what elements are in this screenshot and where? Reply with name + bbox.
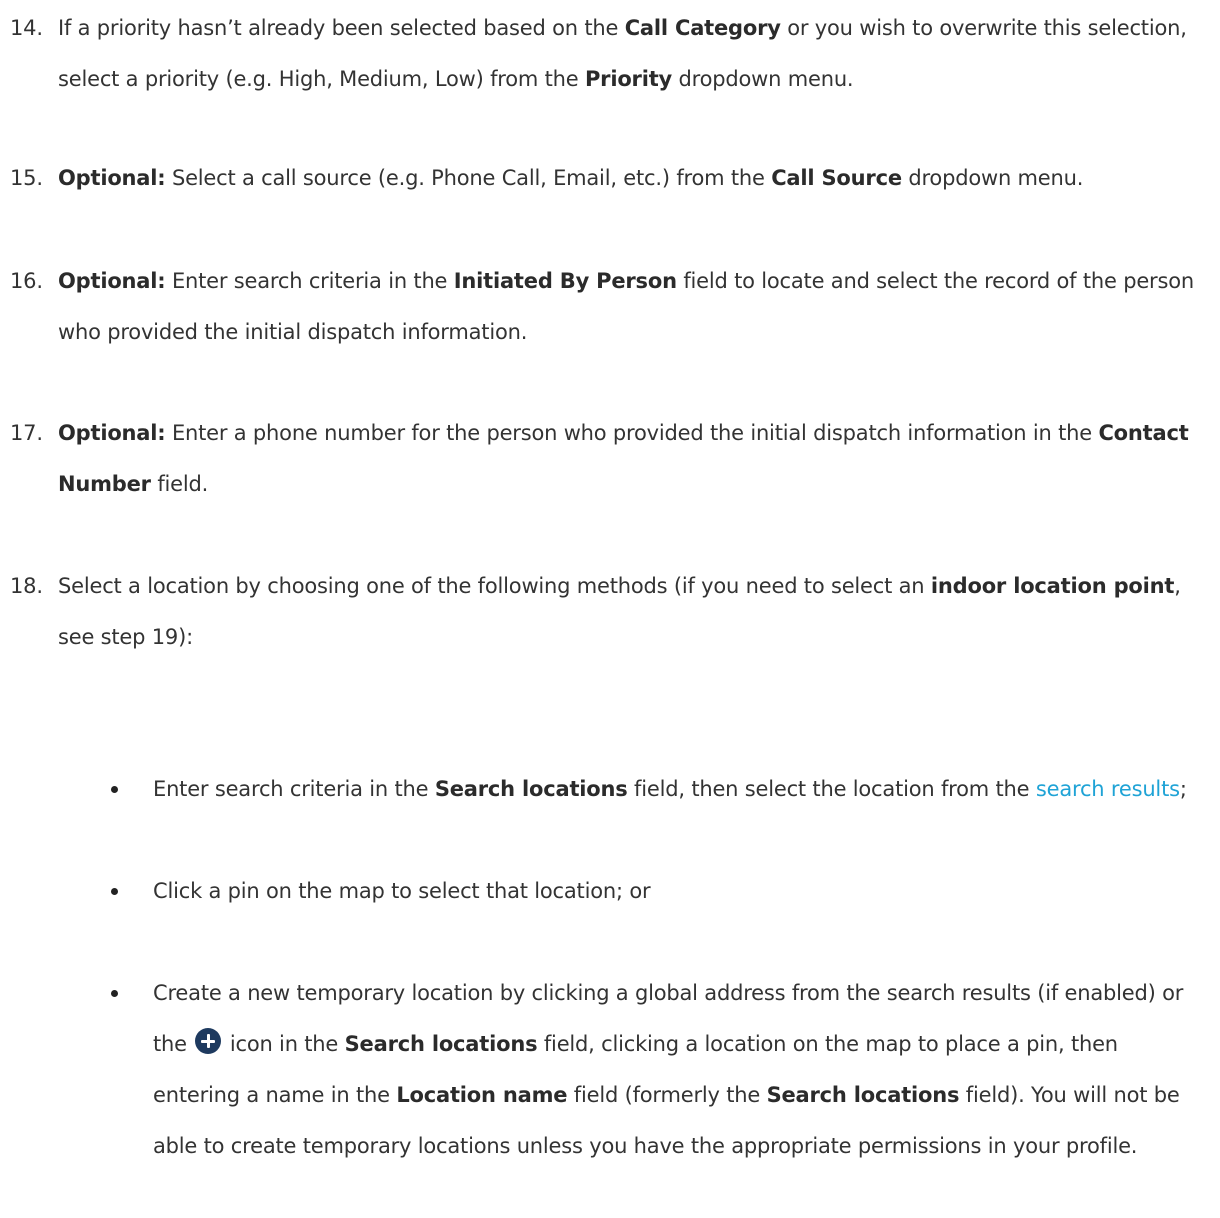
step-number: 15. (10, 166, 43, 190)
step-number: 18. (10, 574, 43, 598)
bold-term: Call Category (624, 16, 781, 40)
bold-term: indoor location point (930, 574, 1175, 598)
text-run: field (formerly the (567, 1083, 767, 1107)
bullet-1-text: Enter search criteria in the Search loca… (105, 764, 1210, 815)
bold-term: Location name (396, 1083, 568, 1107)
text-run: Enter search criteria in the (153, 777, 435, 801)
step-16: 16. Optional: Enter search criteria in th… (10, 256, 1215, 358)
text-run: Select a location by choosing one of the… (58, 574, 931, 598)
bold-term: Initiated By Person (453, 269, 677, 293)
bold-term: Optional: (58, 421, 166, 445)
text-run: field, then select the location from the (627, 777, 1036, 801)
step-15-text: 15. Optional: Select a call source (e.g. … (10, 153, 1215, 204)
text-run: Click a pin on the map to select that lo… (153, 879, 651, 903)
document-body: 14. If a priority hasn’t already been sel… (0, 0, 1220, 1218)
text-run: Enter a phone number for the person who … (165, 421, 1099, 445)
bold-term: Optional: (58, 166, 166, 190)
bold-term: Search locations (344, 1032, 538, 1056)
step-14-text: 14. If a priority hasn’t already been sel… (10, 3, 1215, 105)
step-15: 15. Optional: Select a call source (e.g. … (10, 153, 1215, 204)
bullet-click-pin: Click a pin on the map to select that lo… (105, 866, 1210, 917)
text-run: ; (1179, 777, 1187, 801)
step-number: 16. (10, 269, 43, 293)
text-run: dropdown menu. (672, 67, 854, 91)
bold-term: Call Source (771, 166, 902, 190)
step-16-text: 16. Optional: Enter search criteria in th… (10, 256, 1215, 358)
bold-term: Search locations (766, 1083, 960, 1107)
bullet-search-locations: Enter search criteria in the Search loca… (105, 764, 1210, 815)
text-run: dropdown menu. (901, 166, 1084, 190)
step-number: 14. (10, 16, 43, 40)
bullet-2-text: Click a pin on the map to select that lo… (105, 866, 1210, 917)
bold-term: Search locations (434, 777, 628, 801)
bullet-temporary-location: Create a new temporary location by click… (105, 968, 1210, 1172)
bold-term: Optional: (58, 269, 166, 293)
search-results-link[interactable]: search results (1036, 777, 1180, 801)
step-17-text: 17. Optional: Enter a phone number for th… (10, 408, 1215, 510)
add-circle-icon (195, 1028, 222, 1054)
text-run: Enter search criteria in the (165, 269, 454, 293)
step-17: 17. Optional: Enter a phone number for th… (10, 408, 1215, 510)
text-run: Select a call source (e.g. Phone Call, E… (165, 166, 772, 190)
step-18: 18. Select a location by choosing one of … (10, 561, 1215, 663)
bold-term: Priority (584, 67, 673, 91)
step-14: 14. If a priority hasn’t already been sel… (10, 3, 1215, 105)
text-run: If a priority hasn’t already been select… (58, 16, 625, 40)
step-18-text: 18. Select a location by choosing one of … (10, 561, 1215, 663)
text-run: icon in the (229, 1032, 345, 1056)
text-run: field. (150, 472, 209, 496)
step-number: 17. (10, 421, 43, 445)
bullet-3-text: Create a new temporary location by click… (105, 968, 1210, 1172)
